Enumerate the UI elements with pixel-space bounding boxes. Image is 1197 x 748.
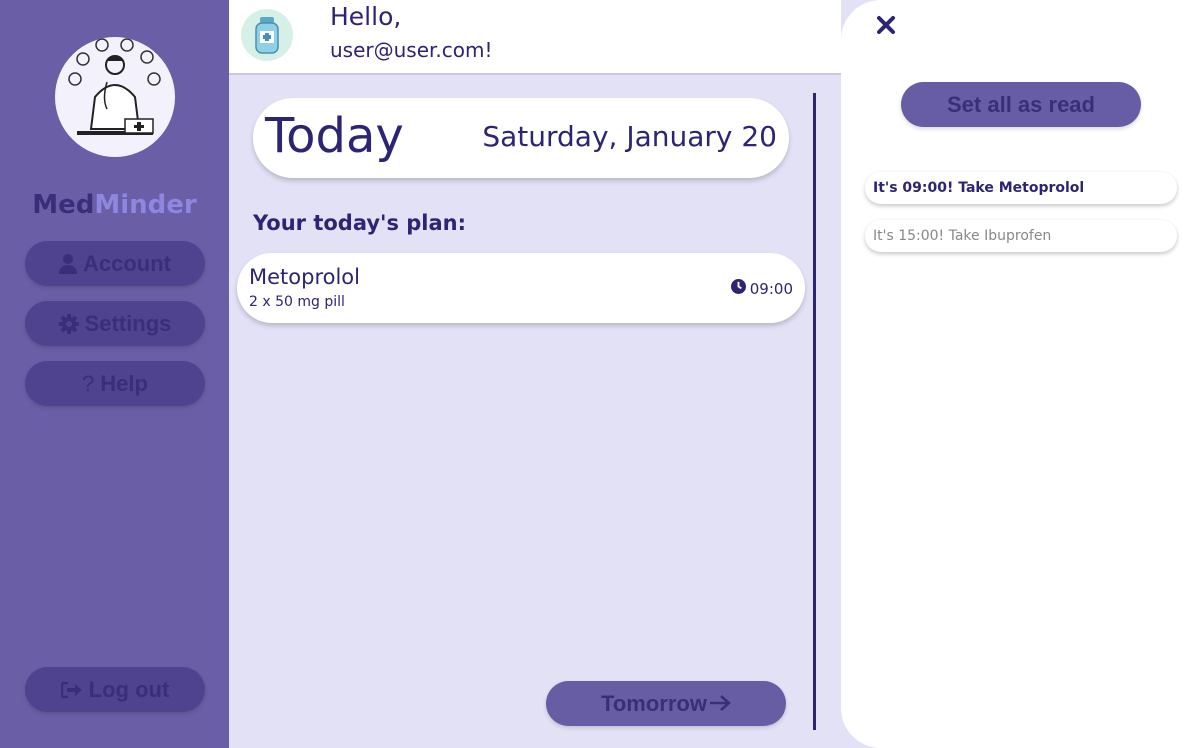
sign-out-icon (60, 681, 83, 699)
logout-button[interactable]: Log out (25, 667, 205, 712)
notification-item[interactable]: It's 15:00! Take Ibuprofen (865, 220, 1177, 252)
today-title: Today (265, 108, 404, 164)
sidebar: MedMinder Account Settings ? Help Log ou… (0, 0, 229, 748)
arrow-right-icon (709, 691, 731, 717)
medication-card[interactable]: Metoprolol 2 x 50 mg pill 09:00 (237, 253, 805, 323)
app-brand: MedMinder (0, 190, 229, 220)
today-date: Saturday, January 20 (482, 120, 777, 153)
doctor-illustration-icon (68, 38, 161, 135)
greeting: Hello, (330, 2, 402, 31)
medication-name: Metoprolol (249, 265, 360, 289)
medication-time: 09:00 (730, 279, 793, 298)
medicine-bottle-icon (255, 17, 279, 54)
settings-button[interactable]: Settings (25, 301, 205, 346)
account-button[interactable]: Account (25, 241, 205, 286)
doctor-avatar (55, 37, 175, 157)
question-icon: ? (82, 370, 95, 396)
app-logo (241, 9, 293, 61)
top-header: Hello, user@user.com! (229, 0, 841, 75)
logout-label: Log out (88, 676, 170, 702)
tomorrow-button[interactable]: Tomorrow (546, 681, 786, 726)
close-icon[interactable] (876, 15, 896, 39)
clock-icon (730, 279, 746, 298)
medication-dose: 2 x 50 mg pill (249, 294, 345, 310)
content-divider (813, 93, 816, 730)
medication-time-text: 09:00 (749, 279, 793, 298)
gear-icon (58, 313, 79, 334)
plan-heading: Your today's plan: (253, 211, 467, 235)
account-label: Account (83, 250, 171, 276)
help-label: Help (100, 370, 148, 396)
tomorrow-label: Tomorrow (601, 690, 707, 716)
help-button[interactable]: ? Help (25, 361, 205, 406)
notification-item[interactable]: It's 09:00! Take Metoprolol (865, 172, 1177, 204)
brand-minder: Minder (94, 190, 197, 220)
user-email: user@user.com! (330, 38, 493, 62)
today-card: Today Saturday, January 20 (253, 98, 789, 178)
user-icon (59, 253, 77, 274)
settings-label: Settings (84, 310, 172, 336)
brand-med: Med (32, 190, 95, 220)
set-all-read-button[interactable]: Set all as read (901, 82, 1141, 127)
